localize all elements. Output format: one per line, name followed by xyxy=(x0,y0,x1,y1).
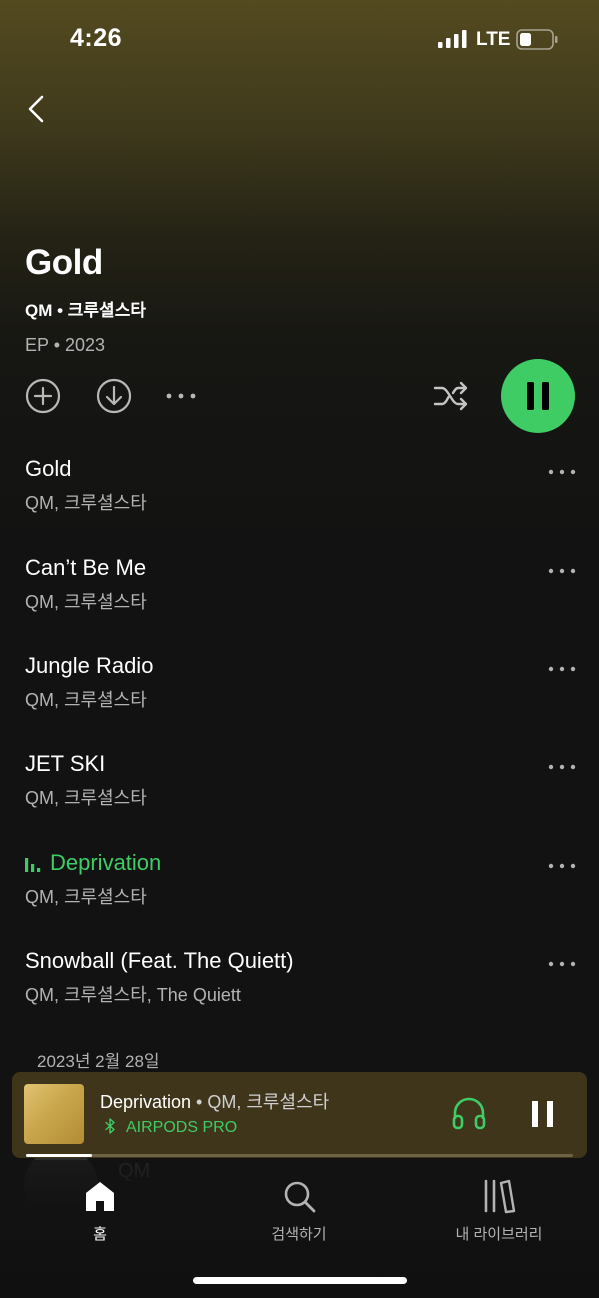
now-playing-artwork xyxy=(24,1084,84,1144)
track-title: JET SKI xyxy=(25,751,106,776)
download-icon[interactable] xyxy=(94,376,134,416)
bluetooth-icon xyxy=(105,1118,115,1134)
track-artist: QM, 크루셜스타 xyxy=(25,887,147,907)
now-playing-title: Deprivation • QM, 크루셜스타 xyxy=(100,1088,329,1114)
nav-search[interactable]: 검색하기 xyxy=(219,1178,379,1248)
more-icon[interactable] xyxy=(546,462,578,482)
now-playing-separator: • xyxy=(191,1092,208,1112)
connected-device[interactable]: AIRPODS PRO xyxy=(104,1118,237,1137)
home-indicator xyxy=(193,1277,407,1284)
more-icon[interactable] xyxy=(546,659,578,679)
track-title: Can’t Be Me xyxy=(25,555,147,580)
track-row[interactable]: Gold QM, 크루셜스타 xyxy=(0,456,599,554)
equalizer-icon xyxy=(25,858,41,872)
more-icon[interactable] xyxy=(546,954,578,974)
now-playing-track: Deprivation xyxy=(100,1092,192,1112)
network-type: LTE xyxy=(476,29,511,50)
more-icon[interactable] xyxy=(546,561,578,581)
track-artist: QM, 크루셜스타 xyxy=(25,690,147,710)
more-icon[interactable] xyxy=(546,757,578,777)
headphones-icon[interactable] xyxy=(450,1094,488,1132)
track-row[interactable]: Jungle Radio QM, 크루셜스타 xyxy=(0,653,599,751)
back-icon[interactable] xyxy=(20,92,54,126)
track-artist: QM, 크루셜스타 xyxy=(25,592,147,612)
signal-icon xyxy=(438,30,467,48)
track-row-playing[interactable]: Deprivation QM, 크루셜스타 xyxy=(0,850,599,948)
shuffle-icon[interactable] xyxy=(431,376,471,416)
nav-library[interactable]: 내 라이브러리 xyxy=(419,1178,579,1248)
more-icon[interactable] xyxy=(162,376,202,416)
nav-label: 내 라이브러리 xyxy=(455,1226,543,1243)
playback-progress[interactable] xyxy=(26,1154,573,1157)
nav-home[interactable]: 홈 xyxy=(20,1178,180,1248)
add-icon[interactable] xyxy=(23,376,63,416)
track-title: Deprivation xyxy=(50,850,162,875)
pause-icon xyxy=(527,382,549,410)
album-title: Gold xyxy=(25,243,103,282)
track-row[interactable]: JET SKI QM, 크루셜스타 xyxy=(0,751,599,849)
track-artist: QM, 크루셜스타 xyxy=(25,788,147,808)
album-meta: EP • 2023 xyxy=(25,335,106,355)
track-artist: QM, 크루셜스타, The Quiett xyxy=(25,985,241,1005)
library-icon xyxy=(484,1179,516,1214)
release-date: 2023년 2월 28일 xyxy=(37,1052,160,1071)
track-title: Gold xyxy=(25,456,72,481)
device-name: AIRPODS PRO xyxy=(126,1119,238,1136)
status-time: 4:26 xyxy=(70,24,123,52)
mini-pause-icon[interactable] xyxy=(530,1099,556,1129)
track-artist: QM, 크루셜스타 xyxy=(25,493,147,513)
nav-label: 홈 xyxy=(93,1226,107,1243)
track-row[interactable]: Can’t Be Me QM, 크루셜스타 xyxy=(0,555,599,653)
track-title: Snowball (Feat. The Quiett) xyxy=(25,948,294,973)
album-artists[interactable]: QM • 크루셜스타 xyxy=(25,296,146,321)
playback-progress-fill xyxy=(26,1154,92,1157)
more-icon[interactable] xyxy=(546,856,578,876)
track-title: Jungle Radio xyxy=(25,653,154,678)
search-icon xyxy=(284,1181,316,1213)
pause-button[interactable] xyxy=(501,359,575,433)
nav-label: 검색하기 xyxy=(271,1226,327,1243)
track-row[interactable]: Snowball (Feat. The Quiett) QM, 크루셜스타, T… xyxy=(0,948,599,1046)
now-playing-artist: QM, 크루셜스타 xyxy=(207,1092,330,1112)
battery-icon xyxy=(516,29,558,50)
mini-player[interactable]: Deprivation • QM, 크루셜스타 AIRPODS PRO xyxy=(12,1072,587,1158)
home-icon xyxy=(86,1182,114,1211)
